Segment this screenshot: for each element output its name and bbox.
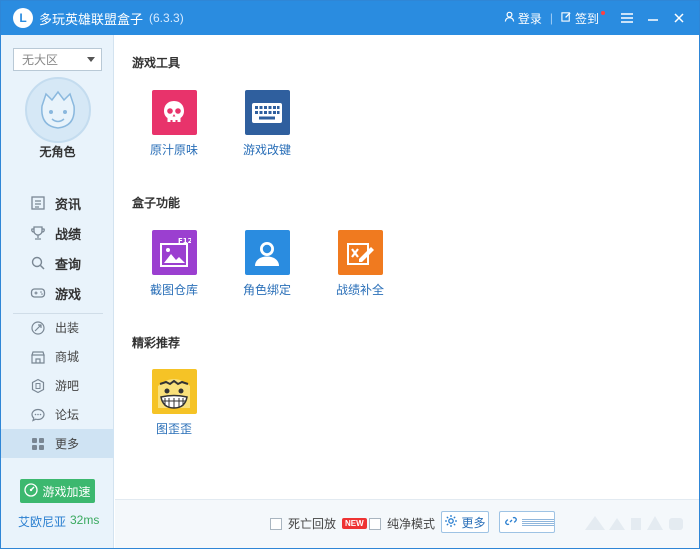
- forum-badge-icon: [29, 377, 47, 395]
- chat-icon: [29, 406, 47, 424]
- screenshot-icon: F12: [151, 230, 197, 275]
- user-icon: [244, 230, 290, 275]
- close-button[interactable]: [667, 6, 691, 30]
- sidebar-item-label: 论坛: [55, 408, 80, 422]
- main-nav: 资讯 战绩 查询 游戏: [1, 188, 114, 308]
- sidebar-item-more[interactable]: 更多: [1, 429, 114, 458]
- menu-button[interactable]: [615, 6, 639, 30]
- section-title-recommended: 精彩推荐: [132, 336, 181, 350]
- death-replay-label: 死亡回放: [288, 517, 337, 531]
- app-title: 多玩英雄联盟盒子: [39, 11, 144, 27]
- minimize-button[interactable]: [641, 6, 665, 30]
- region-select[interactable]: 无大区: [13, 48, 102, 71]
- server-name[interactable]: 艾欧尼亚: [18, 513, 66, 530]
- sidebar-item-label: 资讯: [55, 196, 82, 212]
- tool-record-complete[interactable]: 战绩补全: [325, 230, 395, 298]
- tool-label: 图歪歪: [155, 422, 192, 436]
- title-bar[interactable]: L 多玩英雄联盟盒子 (6.3.3) 登录 | 签到: [1, 1, 699, 35]
- ping-value: 32ms: [70, 513, 100, 527]
- more-label: 更多: [461, 515, 486, 530]
- sidebar-item-game[interactable]: 游戏: [1, 278, 114, 308]
- sidebar-item-news[interactable]: 资讯: [1, 188, 114, 218]
- app-version: (6.3.3): [149, 11, 184, 25]
- link-stripes: [522, 518, 554, 526]
- app-window: L 多玩英雄联盟盒子 (6.3.3) 登录 | 签到 无大区 无角色 资讯 战绩…: [0, 0, 700, 549]
- link-icon: [504, 514, 518, 531]
- title-separator: |: [549, 11, 553, 25]
- tool-label: 原汁原味: [149, 143, 198, 157]
- shop-icon: [29, 348, 47, 366]
- game-accelerate-button[interactable]: 游戏加速: [20, 479, 95, 503]
- sidebar-item-label: 查询: [55, 256, 82, 272]
- cartoon-face-icon: [151, 369, 197, 414]
- sidebar-item-equipment[interactable]: 出装: [1, 313, 114, 342]
- edit-icon: [337, 230, 383, 275]
- menu-icon: [621, 13, 633, 23]
- avatar[interactable]: [25, 77, 91, 143]
- sub-nav: 出装 商城 游吧 论坛 更多: [1, 313, 114, 458]
- sidebar-item-youba[interactable]: 游吧: [1, 371, 114, 400]
- sidebar-item-label: 出装: [55, 321, 80, 335]
- checkin-icon: [561, 11, 572, 25]
- role-name: 无角色: [39, 145, 76, 159]
- default-avatar-icon: [41, 90, 75, 129]
- checkin-label: 签到: [574, 11, 599, 26]
- region-select-value: 无大区: [22, 53, 59, 67]
- news-icon: [29, 194, 47, 212]
- checkbox-box[interactable]: [270, 517, 282, 530]
- death-replay-checkbox[interactable]: 死亡回放 NEW: [270, 515, 367, 532]
- tool-label: 游戏改键: [242, 143, 291, 157]
- tool-label: 角色绑定: [242, 283, 291, 297]
- sidebar-item-label: 更多: [55, 437, 80, 451]
- watermark-logo: [565, 508, 695, 538]
- accel-label: 游戏加速: [42, 484, 91, 499]
- more-settings-button[interactable]: 更多: [441, 511, 489, 533]
- notification-dot: [601, 11, 605, 15]
- sidebar-item-label: 游吧: [55, 379, 80, 393]
- app-logo-icon: L: [13, 8, 33, 28]
- new-badge: NEW: [342, 518, 367, 529]
- checkbox-box[interactable]: [369, 517, 381, 530]
- tool-original-flavor[interactable]: 原汁原味: [139, 90, 209, 158]
- bottom-bar: 死亡回放 NEW 纯净模式 更多: [115, 499, 699, 548]
- keyboard-icon: [244, 90, 290, 135]
- sidebar-item-query[interactable]: 查询: [1, 248, 114, 278]
- equipment-icon: [29, 319, 47, 337]
- chevron-down-icon: [87, 57, 95, 62]
- tool-label: 战绩补全: [335, 283, 384, 297]
- checkin-link[interactable]: 签到: [561, 10, 605, 27]
- skull-icon: [151, 90, 197, 135]
- trophy-icon: [29, 224, 47, 242]
- sidebar-item-shop[interactable]: 商城: [1, 342, 114, 371]
- section-title-game-tools: 游戏工具: [132, 56, 181, 70]
- section-title-box-functions: 盒子功能: [132, 196, 181, 210]
- pure-mode-label: 纯净模式: [387, 517, 436, 531]
- f12-badge: F12: [178, 237, 191, 245]
- minimize-icon: [648, 19, 658, 21]
- tool-tuwaiwai[interactable]: 图歪歪: [139, 369, 209, 437]
- sidebar-item-label: 游戏: [55, 286, 82, 302]
- sidebar-item-record[interactable]: 战绩: [1, 218, 114, 248]
- sidebar: 无大区 无角色 资讯 战绩 查询 游戏 出装 商城 游吧 论坛 更多 游戏加速 …: [1, 35, 114, 548]
- speed-icon: [24, 482, 39, 500]
- sidebar-item-label: 商城: [55, 350, 80, 364]
- gamepad-icon: [29, 284, 47, 302]
- sidebar-item-label: 战绩: [55, 226, 82, 242]
- sidebar-item-forum[interactable]: 论坛: [1, 400, 114, 429]
- grid-icon: [29, 435, 47, 453]
- main-content: 游戏工具 原汁原味 游戏改键 盒子功能 F12 截图仓库 角色绑定: [115, 35, 699, 499]
- share-link-button[interactable]: [499, 511, 555, 533]
- close-icon: [674, 13, 684, 23]
- tool-key-remap[interactable]: 游戏改键: [232, 90, 302, 158]
- search-icon: [29, 254, 47, 272]
- tool-label: 截图仓库: [149, 283, 198, 297]
- login-link[interactable]: 登录: [504, 10, 542, 27]
- user-outline-icon: [504, 11, 515, 25]
- pure-mode-checkbox[interactable]: 纯净模式: [369, 515, 435, 532]
- tool-role-binding[interactable]: 角色绑定: [232, 230, 302, 298]
- tool-screenshot-library[interactable]: F12 截图仓库: [139, 230, 209, 298]
- gear-icon: [444, 514, 458, 531]
- login-label: 登录: [517, 11, 542, 26]
